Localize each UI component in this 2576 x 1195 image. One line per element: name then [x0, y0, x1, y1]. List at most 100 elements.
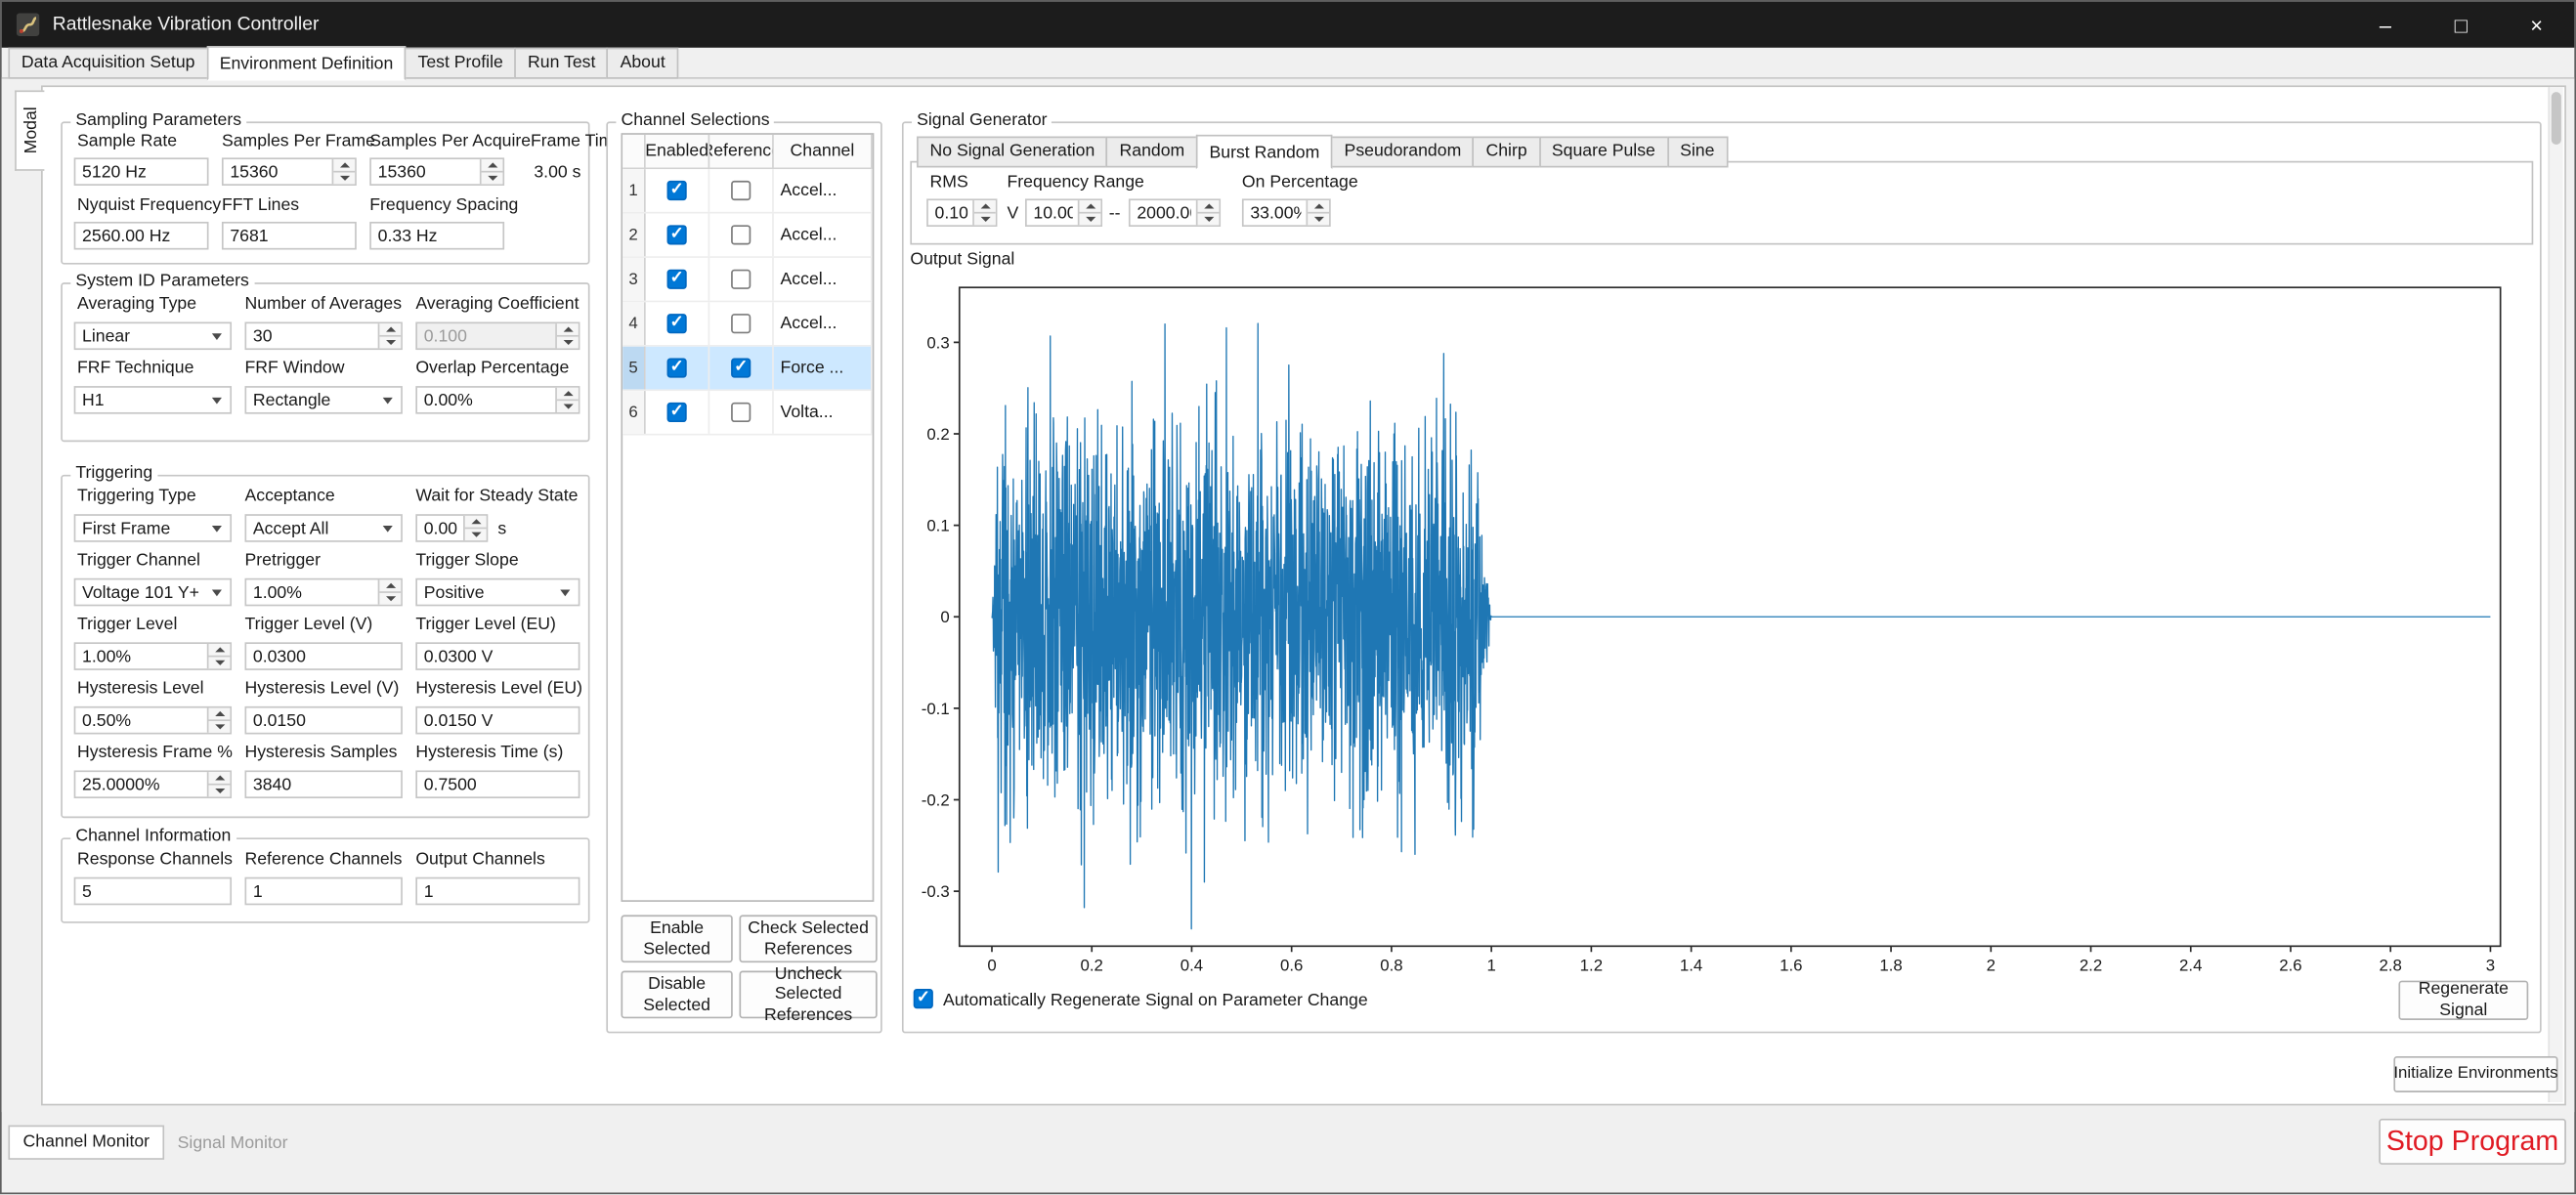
spin-down-icon[interactable] — [209, 719, 231, 732]
spin-down-icon[interactable] — [1079, 212, 1100, 225]
reference-cell[interactable] — [709, 391, 774, 434]
hysteresis-samples-field[interactable]: 3840 — [244, 770, 402, 798]
spin-down-icon[interactable] — [209, 784, 231, 796]
spin-up-icon[interactable] — [974, 200, 996, 212]
hysteresis-level-eu-field[interactable]: 0.0150 V — [415, 706, 580, 735]
trigger-level-spinbox[interactable]: 1.00% — [74, 642, 232, 670]
samples-per-acquire-spinbox[interactable]: 15360 — [369, 157, 504, 186]
enabled-cell[interactable] — [646, 169, 710, 212]
reference-cell[interactable] — [709, 214, 774, 257]
reference-checkbox[interactable] — [731, 181, 751, 200]
spinner-buttons[interactable] — [555, 388, 579, 412]
disable-selected-button[interactable]: Disable Selected — [621, 971, 732, 1019]
channel-table-row[interactable]: 2 Accel... — [623, 214, 873, 258]
regenerate-signal-button[interactable]: Regenerate Signal — [2398, 981, 2528, 1020]
channel-table[interactable]: Enabled Reference Channel 1Accel...2Acce… — [621, 133, 874, 902]
maximize-icon[interactable]: □ — [2424, 2, 2499, 48]
row-number-header[interactable]: 6 — [623, 391, 646, 434]
reference-cell[interactable] — [709, 347, 774, 390]
channel-table-row[interactable]: 4Accel... — [623, 302, 873, 346]
spin-up-icon[interactable] — [1308, 200, 1329, 212]
spin-down-icon[interactable] — [379, 335, 401, 348]
spin-up-icon[interactable] — [333, 159, 355, 171]
dropdown-arrow-icon[interactable] — [383, 525, 393, 532]
channel-name-cell[interactable]: Accel... — [774, 169, 873, 212]
frequency-high-spinbox[interactable]: 2000.00 — [1129, 198, 1221, 227]
tab-data-acquisition-setup[interactable]: Data Acquisition Setup — [8, 48, 208, 79]
spinner-buttons[interactable] — [463, 516, 487, 540]
tab-modal-environment[interactable]: Modal — [15, 90, 44, 170]
rms-spinbox[interactable]: 0.10 — [926, 198, 997, 227]
scrollbar-thumb[interactable] — [2552, 92, 2561, 145]
spin-down-icon[interactable] — [557, 400, 579, 412]
row-number-header[interactable]: 1 — [623, 169, 646, 212]
spin-up-icon[interactable] — [557, 388, 579, 400]
uncheck-selected-references-button[interactable]: Uncheck Selected References — [740, 971, 878, 1019]
spinner-buttons[interactable] — [555, 323, 579, 348]
enabled-column-header[interactable]: Enabled — [646, 135, 710, 168]
reference-checkbox[interactable] — [731, 358, 751, 377]
overlap-percentage-spinbox[interactable]: 0.00% — [415, 386, 580, 414]
nyquist-frequency-field[interactable]: 2560.00 Hz — [74, 222, 209, 250]
reference-channels-field[interactable]: 1 — [244, 877, 402, 906]
minimize-icon[interactable]: – — [2347, 2, 2423, 48]
dropdown-arrow-icon[interactable] — [212, 397, 222, 404]
row-number-header[interactable]: 5 — [623, 347, 646, 390]
hysteresis-time-field[interactable]: 0.7500 — [415, 770, 580, 798]
channel-table-row[interactable]: 1 Accel... — [623, 169, 873, 213]
spin-up-icon[interactable] — [557, 323, 579, 335]
tab-chirp[interactable]: Chirp — [1473, 137, 1540, 168]
channel-column-header[interactable]: Channel — [774, 135, 873, 168]
spin-up-icon[interactable] — [465, 516, 487, 528]
trigger-slope-dropdown[interactable]: Positive — [415, 578, 580, 607]
tab-sine[interactable]: Sine — [1667, 137, 1728, 168]
averaging-type-dropdown[interactable]: Linear — [74, 321, 232, 350]
check-selected-references-button[interactable]: Check Selected References — [740, 915, 878, 962]
dropdown-arrow-icon[interactable] — [383, 397, 393, 404]
tab-no-signal-generation[interactable]: No Signal Generation — [917, 137, 1108, 168]
channel-name-cell[interactable]: Force ... — [774, 347, 873, 390]
spinner-buttons[interactable] — [207, 644, 231, 668]
tab-run-test[interactable]: Run Test — [515, 48, 609, 79]
spin-down-icon[interactable] — [379, 591, 401, 604]
spin-down-icon[interactable] — [465, 528, 487, 540]
spinner-buttons[interactable] — [1078, 200, 1101, 225]
tab-test-profile[interactable]: Test Profile — [405, 48, 516, 79]
spinner-buttons[interactable] — [480, 159, 503, 184]
samples-per-frame-spinbox[interactable]: 15360 — [222, 157, 357, 186]
channel-name-cell[interactable]: Accel... — [774, 258, 873, 301]
tab-channel-monitor[interactable]: Channel Monitor — [8, 1126, 164, 1160]
reference-cell[interactable] — [709, 258, 774, 301]
dropdown-arrow-icon[interactable] — [212, 332, 222, 339]
spinner-buttons[interactable] — [332, 159, 356, 184]
enabled-cell[interactable] — [646, 214, 710, 257]
tab-signal-monitor[interactable]: Signal Monitor — [164, 1129, 301, 1160]
spinner-buttons[interactable] — [1196, 200, 1220, 225]
channel-name-cell[interactable]: Accel... — [774, 214, 873, 257]
frequency-low-spinbox[interactable]: 10.00 — [1025, 198, 1102, 227]
hysteresis-level-spinbox[interactable]: 0.50% — [74, 706, 232, 735]
frequency-spacing-field[interactable]: 0.33 Hz — [369, 222, 504, 250]
spin-up-icon[interactable] — [379, 323, 401, 335]
hysteresis-frame-spinbox[interactable]: 25.0000% — [74, 770, 232, 798]
enabled-checkbox[interactable] — [667, 225, 687, 244]
spin-up-icon[interactable] — [209, 644, 231, 656]
reference-checkbox[interactable] — [731, 403, 751, 422]
row-number-header[interactable]: 2 — [623, 214, 646, 257]
trigger-channel-dropdown[interactable]: Voltage 101 Y+ — [74, 578, 232, 607]
spin-up-icon[interactable] — [1198, 200, 1220, 212]
hysteresis-level-v-field[interactable]: 0.0150 — [244, 706, 402, 735]
close-icon[interactable]: × — [2499, 2, 2574, 48]
enable-selected-button[interactable]: Enable Selected — [621, 915, 732, 962]
tab-environment-definition[interactable]: Environment Definition — [206, 46, 406, 80]
tab-square-pulse[interactable]: Square Pulse — [1538, 137, 1668, 168]
trigger-level-v-field[interactable]: 0.0300 — [244, 642, 402, 670]
pretrigger-spinbox[interactable]: 1.00% — [244, 578, 402, 607]
spinner-buttons[interactable] — [972, 200, 996, 225]
row-number-header[interactable]: 4 — [623, 302, 646, 345]
channel-table-row[interactable]: 3Accel... — [623, 258, 873, 302]
enabled-checkbox[interactable] — [667, 181, 687, 200]
spin-down-icon[interactable] — [333, 171, 355, 184]
channel-table-row[interactable]: 5 Force ... — [623, 347, 873, 391]
enabled-cell[interactable] — [646, 347, 710, 390]
